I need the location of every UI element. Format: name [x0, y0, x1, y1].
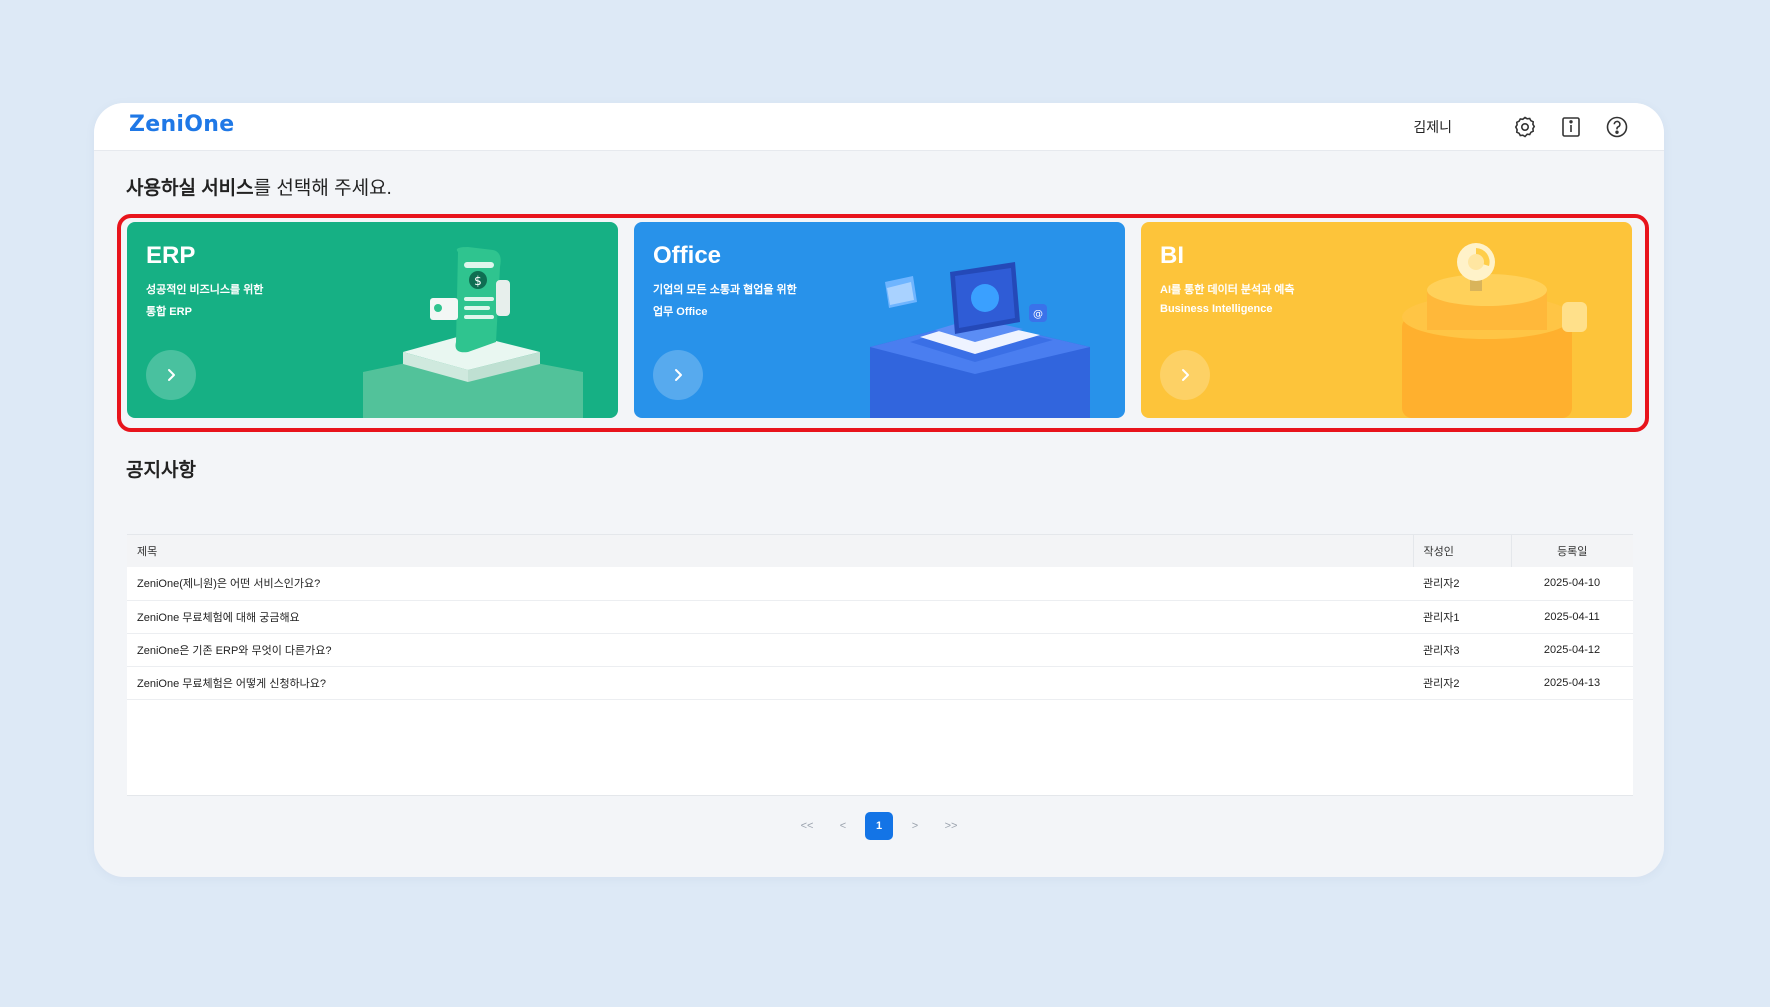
- logo[interactable]: ZeniOne: [129, 112, 234, 137]
- row-title[interactable]: ZeniOne은 기존 ERP와 무엇이 다른가요?: [127, 633, 1413, 666]
- bi-arrow-button[interactable]: [1160, 350, 1210, 400]
- pagination: << < 1 > >>: [94, 811, 1664, 841]
- row-author: 관리자2: [1423, 677, 1460, 690]
- page-number-current[interactable]: 1: [865, 812, 893, 840]
- svg-text:$: $: [474, 274, 482, 288]
- erp-arrow-button[interactable]: [146, 350, 196, 400]
- chevron-right-icon: [675, 369, 682, 381]
- table-row[interactable]: ZeniOne 무료체험은 어떻게 신청하나요? 관리자2 2025-04-13: [127, 666, 1633, 699]
- column-header-date: 등록일: [1557, 546, 1588, 558]
- column-header-author: 작성인: [1413, 535, 1512, 567]
- receipt-illustration-icon: $: [363, 247, 583, 418]
- bi-card-desc-1: AI를 통한 데이터 분석과 예측: [1160, 284, 1295, 296]
- next-page-button[interactable]: >: [901, 812, 929, 840]
- office-card-title: Office: [653, 242, 722, 269]
- row-author: 관리자3: [1423, 644, 1460, 657]
- app-window: ZeniOne 김제니 사용하실 서비스를 선택해 주세요. ERP 성공적인 …: [94, 103, 1664, 877]
- user-name[interactable]: 김제니: [1413, 117, 1452, 137]
- header-actions: 김제니: [1413, 113, 1630, 141]
- erp-card-title: ERP: [146, 242, 196, 269]
- row-title[interactable]: ZeniOne(제니원)은 어떤 서비스인가요?: [127, 567, 1413, 600]
- column-header-title: 제목: [127, 535, 1414, 567]
- table-header-row: 제목 작성인 등록일: [127, 535, 1633, 567]
- info-icon[interactable]: [1558, 114, 1584, 140]
- top-header: ZeniOne 김제니: [94, 103, 1664, 151]
- office-card-desc-2: 업무 Office: [653, 306, 708, 318]
- chevron-right-icon: [168, 369, 175, 381]
- notice-table: 제목 작성인 등록일 ZeniOne(제니원)은 어떤 서비스인가요? 관리자2…: [127, 534, 1633, 796]
- service-select-heading: 사용하실 서비스를 선택해 주세요.: [126, 178, 392, 199]
- row-date: 2025-04-12: [1543, 643, 1601, 656]
- erp-card-desc-2: 통합 ERP: [146, 306, 192, 318]
- notice-heading: 공지사항: [126, 460, 196, 481]
- bi-card-title: BI: [1160, 242, 1184, 269]
- row-title[interactable]: ZeniOne 무료체험은 어떻게 신청하나요?: [127, 666, 1413, 699]
- row-author: 관리자1: [1423, 611, 1460, 624]
- laptop-illustration-icon: @: [870, 262, 1090, 418]
- svg-text:@: @: [1033, 309, 1043, 320]
- row-date: 2025-04-11: [1544, 610, 1600, 623]
- row-date: 2025-04-10: [1543, 577, 1601, 590]
- last-page-button[interactable]: >>: [937, 812, 965, 840]
- table-row[interactable]: ZeniOne(제니원)은 어떤 서비스인가요? 관리자2 2025-04-10: [127, 567, 1633, 600]
- prev-page-button[interactable]: <: [829, 812, 857, 840]
- office-card-desc-1: 기업의 모든 소통과 협업을 위한: [653, 284, 797, 296]
- row-date: 2025-04-13: [1543, 676, 1601, 689]
- settings-icon[interactable]: [1512, 114, 1538, 140]
- table-row[interactable]: ZeniOne은 기존 ERP와 무엇이 다른가요? 관리자3 2025-04-…: [127, 633, 1633, 666]
- help-icon[interactable]: [1604, 114, 1630, 140]
- office-service-card[interactable]: Office 기업의 모든 소통과 협업을 위한 업무 Office @: [634, 222, 1125, 418]
- row-title[interactable]: ZeniOne 무료체험에 대해 궁금해요: [127, 600, 1413, 633]
- erp-service-card[interactable]: ERP 성공적인 비즈니스를 위한 통합 ERP $: [127, 222, 618, 418]
- lightbulb-chart-illustration-icon: [1402, 243, 1587, 418]
- bi-card-desc-2: Business Intelligence: [1160, 303, 1273, 315]
- erp-card-desc-1: 성공적인 비즈니스를 위한: [146, 284, 264, 296]
- bi-service-card[interactable]: BI AI를 통한 데이터 분석과 예측 Business Intelligen…: [1141, 222, 1632, 418]
- chevron-right-icon: [1182, 369, 1189, 381]
- office-arrow-button[interactable]: [653, 350, 703, 400]
- row-author: 관리자2: [1423, 578, 1460, 591]
- table-row[interactable]: ZeniOne 무료체험에 대해 궁금해요 관리자1 2025-04-11: [127, 600, 1633, 633]
- first-page-button[interactable]: <<: [793, 812, 821, 840]
